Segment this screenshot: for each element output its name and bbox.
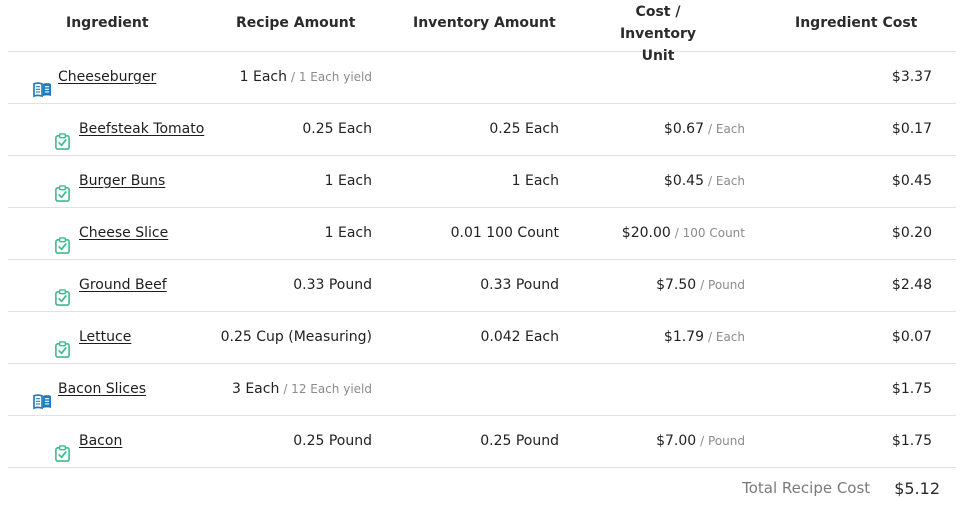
- recipe-amount: 0.25 Pound: [293, 433, 372, 449]
- ingredient-cell: Cheeseburger: [33, 52, 156, 103]
- recipe-row: Bacon Slices 3 Each/ 12 Each yield $1.75: [8, 364, 956, 416]
- header-ingredient-cost: Ingredient Cost: [795, 15, 918, 31]
- table-body: Cheeseburger 1 Each/ 1 Each yield $3.37 Bee…: [8, 52, 956, 468]
- recipe-amount-cell: 1 Each: [325, 208, 372, 259]
- ingredient-link[interactable]: Lettuce: [79, 312, 131, 363]
- ingredient-link[interactable]: Bacon: [79, 416, 122, 467]
- ingredient-row: Burger Buns 1 Each 1 Each $0.45 / Each $0.45: [8, 156, 956, 208]
- cost-unit: / 100 Count: [674, 226, 745, 240]
- ingredient-link[interactable]: Cheese Slice: [79, 208, 168, 259]
- ingredient-cost: $1.75: [891, 381, 932, 397]
- cost-unit: / Each: [708, 122, 745, 136]
- ingredient-cost: $0.45: [891, 173, 932, 189]
- cost-per-unit: $7.50: [656, 277, 697, 293]
- clipboard-check-icon: [54, 277, 72, 306]
- ingredient-cost: $0.07: [891, 329, 932, 345]
- recipe-amount-cell: 0.25 Pound: [293, 416, 372, 467]
- cost-per-unit: $0.67: [663, 121, 704, 137]
- cost-unit: / Pound: [700, 434, 745, 448]
- book-icon: [33, 381, 51, 409]
- total-recipe-cost: Total Recipe Cost $5.12: [742, 470, 940, 506]
- inventory-amount: 1 Each: [511, 173, 559, 189]
- ingredient-cell: Lettuce: [54, 312, 131, 363]
- ingredient-cost: $1.75: [891, 433, 932, 449]
- header-ingredient: Ingredient: [66, 15, 149, 31]
- ingredient-cost: $0.17: [891, 121, 932, 137]
- ingredient-link[interactable]: Beefsteak Tomato: [79, 104, 204, 155]
- recipe-cost-table: Ingredient Recipe Amount Inventory Amoun…: [8, 0, 956, 468]
- recipe-amount-cell: 0.25 Cup (Measuring): [221, 312, 372, 363]
- ingredient-cell: Cheese Slice: [54, 208, 168, 259]
- recipe-amount: 3 Each: [231, 381, 280, 397]
- recipe-amount-cell: 0.25 Each: [302, 104, 372, 155]
- clipboard-check-icon: [54, 329, 72, 358]
- ingredient-row: Cheese Slice 1 Each 0.01 100 Count $20.00/ …: [8, 208, 956, 260]
- ingredient-row: Ground Beef 0.33 Pound 0.33 Pound $7.50/ Po…: [8, 260, 956, 312]
- inventory-amount: 0.042 Each: [480, 329, 559, 345]
- ingredient-row: Bacon 0.25 Pound 0.25 Pound $7.00/ Pound $1.…: [8, 416, 956, 468]
- ingredient-link[interactable]: Burger Buns: [79, 156, 165, 207]
- ingredient-cell: Ground Beef: [54, 260, 167, 311]
- recipe-amount-cell: 1 Each: [325, 156, 372, 207]
- cost-per-unit-cell: $7.50/ Pound: [656, 260, 745, 311]
- cost-unit: / Pound: [700, 278, 745, 292]
- recipe-amount-cell: 0.33 Pound: [293, 260, 372, 311]
- ingredient-cell: Bacon Slices: [33, 364, 146, 415]
- ingredient-row: Beefsteak Tomato 0.25 Each 0.25 Each $0.67 /…: [8, 104, 956, 156]
- ingredient-link[interactable]: Cheeseburger: [58, 52, 156, 103]
- ingredient-row: Lettuce 0.25 Cup (Measuring) 0.042 Each $1.…: [8, 312, 956, 364]
- table-header: Ingredient Recipe Amount Inventory Amoun…: [8, 0, 956, 64]
- recipe-amount-cell: 3 Each/ 12 Each yield: [232, 364, 372, 415]
- cost-per-unit-cell: $7.00/ Pound: [656, 416, 745, 467]
- clipboard-check-icon: [54, 225, 72, 254]
- recipe-yield-note: / 1 Each yield: [290, 70, 372, 84]
- clipboard-check-icon: [54, 121, 72, 150]
- ingredient-cell: Beefsteak Tomato: [54, 104, 204, 155]
- recipe-amount: 1 Each: [239, 69, 287, 85]
- ingredient-link[interactable]: Ground Beef: [79, 260, 167, 311]
- inventory-amount: 0.01 100 Count: [450, 225, 559, 241]
- header-inventory-amount: Inventory Amount: [413, 15, 556, 31]
- inventory-amount: 0.33 Pound: [480, 277, 559, 293]
- inventory-amount: 0.25 Pound: [480, 433, 559, 449]
- recipe-row: Cheeseburger 1 Each/ 1 Each yield $3.37: [8, 52, 956, 104]
- cost-unit: / Each: [708, 174, 745, 188]
- total-value: $5.12: [894, 478, 940, 498]
- total-label: Total Recipe Cost: [742, 479, 871, 497]
- recipe-amount: 0.25 Cup (Measuring): [220, 329, 372, 345]
- ingredient-cost: $2.48: [891, 277, 932, 293]
- cost-per-unit-cell: $0.67 / Each: [664, 104, 745, 155]
- book-icon: [33, 69, 51, 97]
- cost-per-unit: $0.45: [663, 173, 704, 189]
- cost-per-unit-cell: $20.00/ 100 Count: [622, 208, 745, 259]
- ingredient-cell: Bacon: [54, 416, 122, 467]
- ingredient-cell: Burger Buns: [54, 156, 165, 207]
- recipe-amount: 0.25 Each: [302, 121, 372, 137]
- cost-unit: / Each: [708, 330, 745, 344]
- recipe-amount: 0.33 Pound: [293, 277, 372, 293]
- ingredient-link[interactable]: Bacon Slices: [58, 364, 146, 415]
- header-cost-line1: Cost / Inventory: [619, 4, 697, 42]
- recipe-amount: 1 Each: [324, 225, 372, 241]
- recipe-amount: 1 Each: [324, 173, 372, 189]
- clipboard-check-icon: [54, 433, 72, 462]
- cost-per-unit: $20.00: [621, 225, 671, 241]
- recipe-yield-note: / 12 Each yield: [283, 382, 372, 396]
- clipboard-check-icon: [54, 173, 72, 202]
- header-recipe-amount: Recipe Amount: [236, 15, 356, 31]
- inventory-amount: 0.25 Each: [489, 121, 559, 137]
- cost-per-unit: $1.79: [663, 329, 704, 345]
- recipe-amount-cell: 1 Each/ 1 Each yield: [240, 52, 372, 103]
- ingredient-cost: $0.20: [891, 225, 932, 241]
- ingredient-cost: $3.37: [891, 69, 932, 85]
- cost-per-unit-cell: $1.79 / Each: [664, 312, 745, 363]
- cost-per-unit: $7.00: [656, 433, 697, 449]
- cost-per-unit-cell: $0.45 / Each: [664, 156, 745, 207]
